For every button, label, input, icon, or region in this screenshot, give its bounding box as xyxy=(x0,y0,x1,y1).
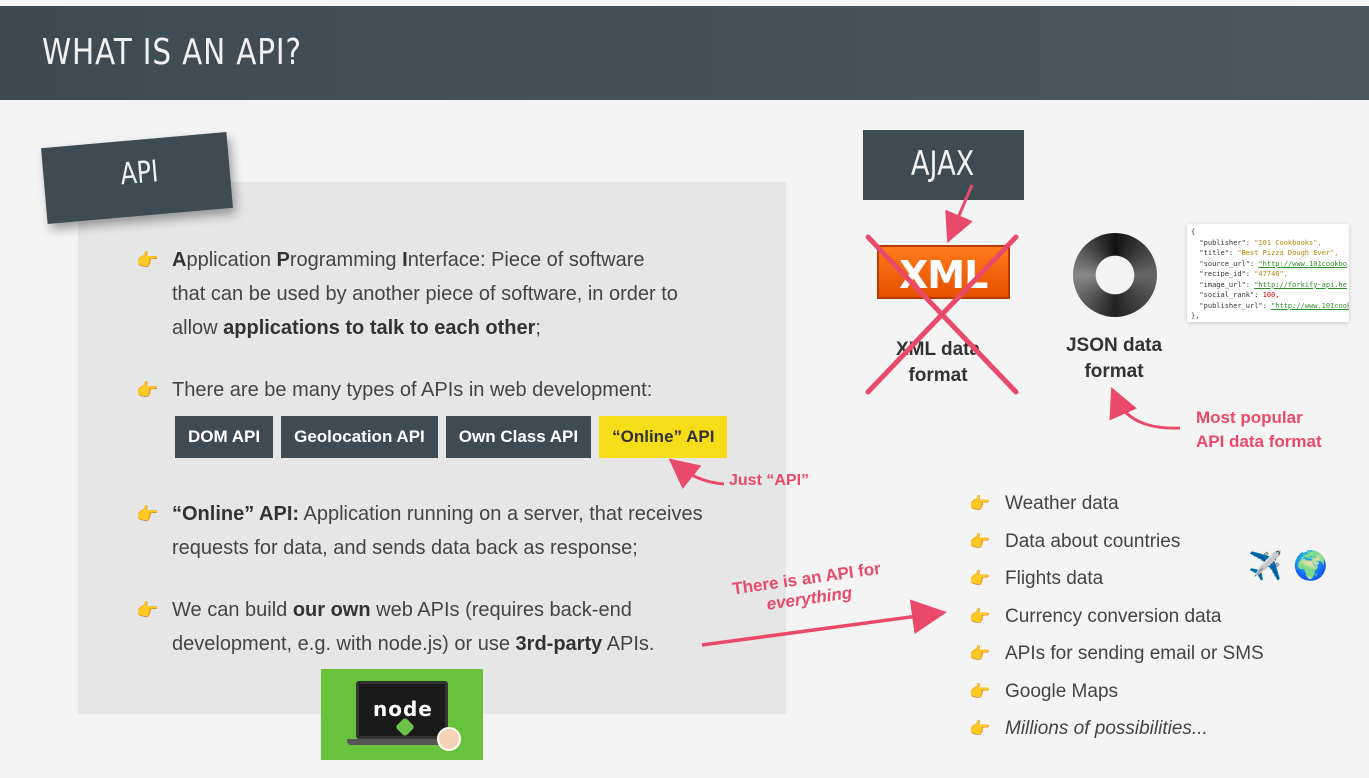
everything-arrow xyxy=(701,599,947,647)
annotation-overlay xyxy=(668,184,1181,647)
ajax-arrow xyxy=(945,184,974,244)
just-api-arrow xyxy=(668,458,725,489)
most-popular-arrow xyxy=(1109,387,1181,430)
